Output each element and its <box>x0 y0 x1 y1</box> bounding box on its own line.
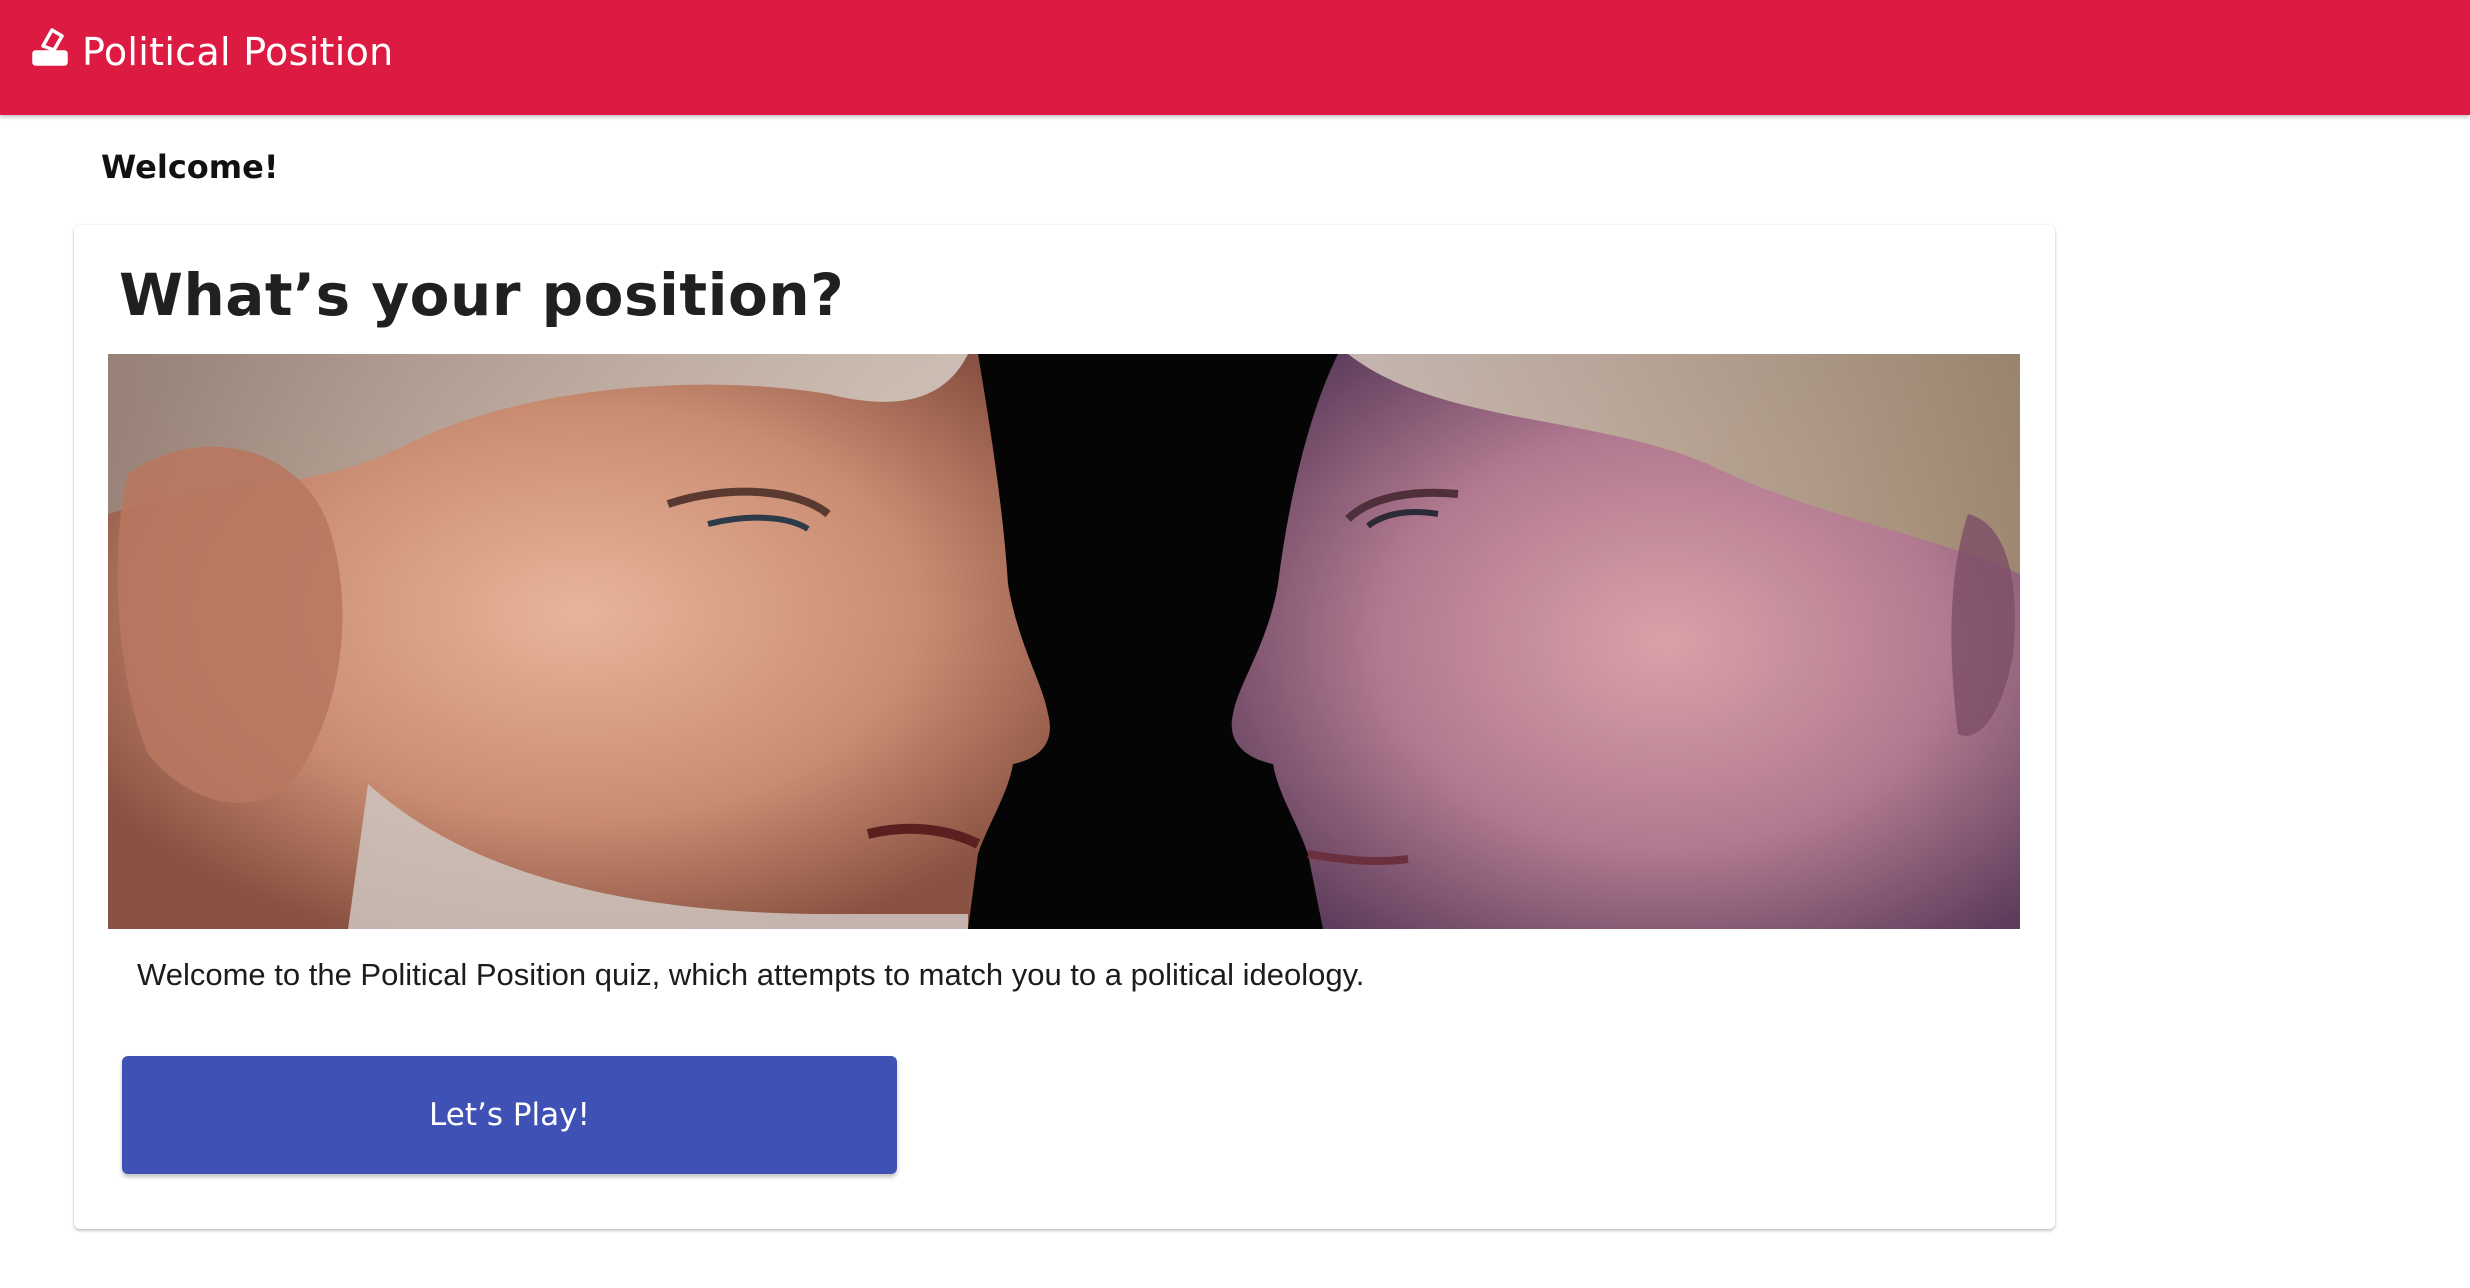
intro-text: Welcome to the Political Position quiz, … <box>137 957 1365 992</box>
page-heading: Welcome! <box>101 148 279 186</box>
app-bar: Political Position <box>0 0 2470 115</box>
welcome-card: What’s your position? Welcome to the Pol… <box>74 225 2055 1229</box>
app-title[interactable]: Political Position <box>82 30 394 74</box>
card-title: What’s your position? <box>119 261 845 329</box>
ballot-box-icon[interactable] <box>30 26 70 68</box>
hero-image <box>108 354 2020 929</box>
lets-play-button[interactable]: Let’s Play! <box>122 1056 897 1174</box>
